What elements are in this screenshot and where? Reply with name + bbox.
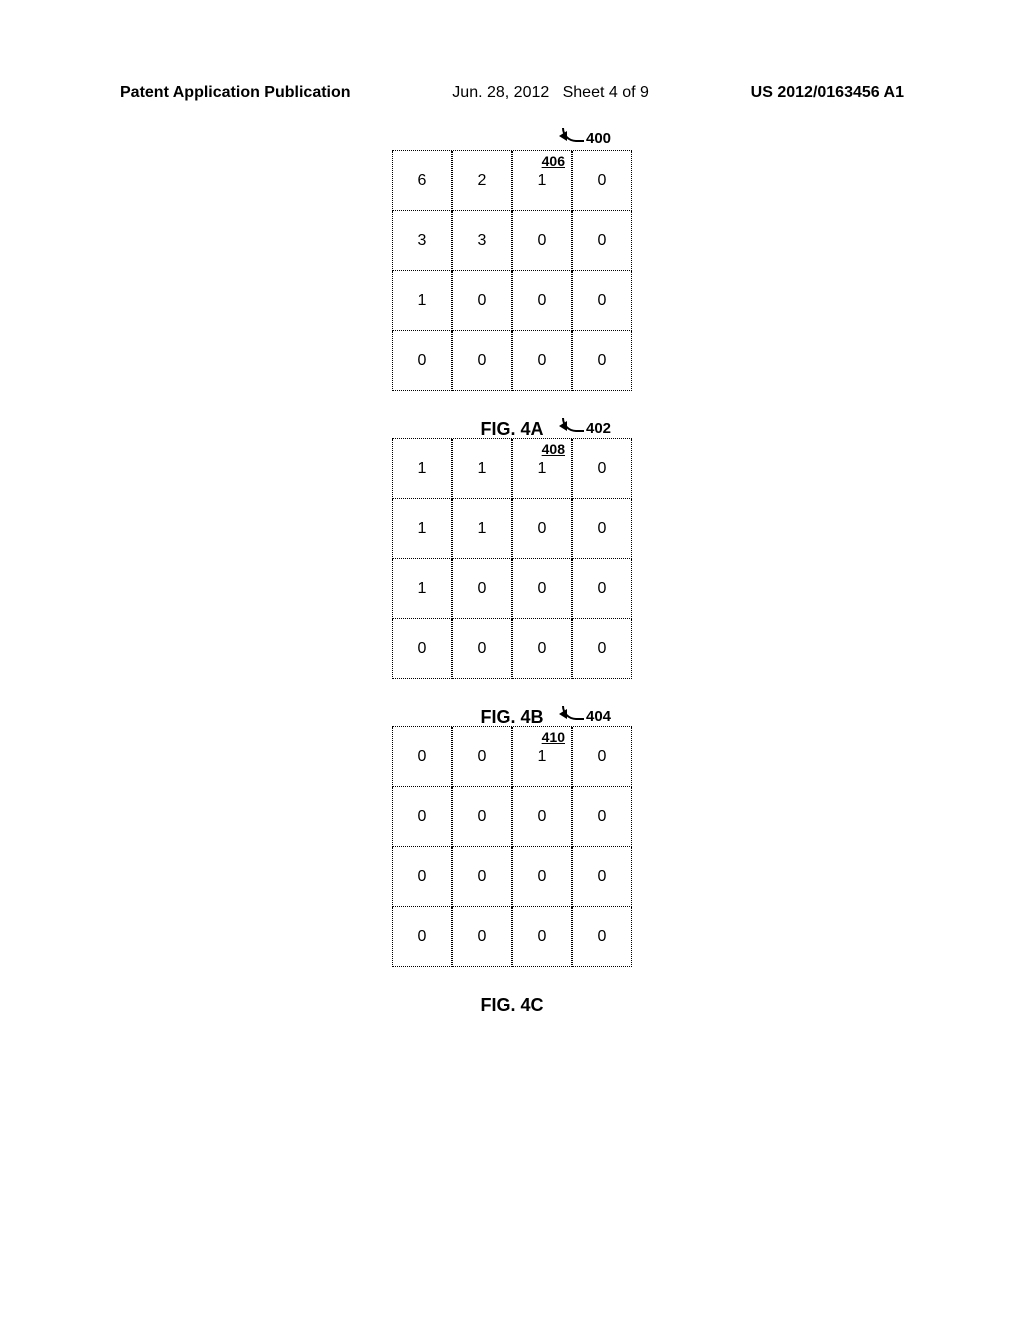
cell: 0 — [572, 787, 632, 847]
header-left: Patent Application Publication — [120, 84, 351, 102]
cell: 0 — [572, 559, 632, 619]
figure-4b-wrap: 402 1 1 4081 0 1 1 0 0 1 0 0 0 0 0 0 0 — [0, 438, 1024, 734]
cell: 0 — [392, 847, 452, 907]
cell: 0 — [392, 787, 452, 847]
cell: 0 — [572, 211, 632, 271]
cell: 1 — [392, 559, 452, 619]
cell: 0 — [512, 331, 572, 391]
cell: 0 — [512, 787, 572, 847]
grid: 1 1 4081 0 1 1 0 0 1 0 0 0 0 0 0 0 — [392, 438, 632, 679]
cell: 4081 — [512, 439, 572, 499]
cell: 0 — [512, 271, 572, 331]
grid-400: 6 2 4061 0 3 3 0 0 1 0 0 0 0 0 0 0 — [392, 150, 632, 391]
cell: 1 — [452, 439, 512, 499]
cell: 0 — [392, 907, 452, 967]
cell: 0 — [512, 211, 572, 271]
cell: 0 — [512, 847, 572, 907]
cell: 0 — [392, 619, 452, 679]
cell: 0 — [572, 439, 632, 499]
content: 400 6 2 4061 0 3 3 0 0 1 0 0 0 0 0 0 0 — [0, 150, 1024, 1022]
cell: 0 — [572, 619, 632, 679]
cell: 1 — [392, 499, 452, 559]
cell: 6 — [392, 151, 452, 211]
cell: 2 — [452, 151, 512, 211]
header-mid: Jun. 28, 2012 Sheet 4 of 9 — [452, 84, 649, 102]
figure-caption: FIG. 4C — [480, 995, 543, 1016]
cell: 0 — [452, 559, 512, 619]
cell: 0 — [392, 727, 452, 787]
cell: 0 — [452, 787, 512, 847]
cell: 1 — [392, 439, 452, 499]
cell: 0 — [452, 907, 512, 967]
cell: 0 — [572, 331, 632, 391]
figure-4c-wrap: 404 0 0 4101 0 0 0 0 0 0 0 0 0 0 0 0 0 — [0, 726, 1024, 1022]
grid-404: 0 0 4101 0 0 0 0 0 0 0 0 0 0 0 0 0 — [392, 726, 632, 967]
cell: 4101 — [512, 727, 572, 787]
cell: 3 — [452, 211, 512, 271]
grid-402: 1 1 4081 0 1 1 0 0 1 0 0 0 0 0 0 0 — [392, 438, 632, 679]
cell: 0 — [452, 619, 512, 679]
cell: 3 — [392, 211, 452, 271]
cell: 0 — [512, 619, 572, 679]
grid: 0 0 4101 0 0 0 0 0 0 0 0 0 0 0 0 0 — [392, 726, 632, 967]
cell: 0 — [452, 847, 512, 907]
cell: 4061 — [512, 151, 572, 211]
page-header: Patent Application Publication Jun. 28, … — [0, 84, 1024, 102]
cell: 1 — [452, 499, 512, 559]
cell: 0 — [572, 151, 632, 211]
cell: 0 — [512, 559, 572, 619]
cell: 0 — [572, 907, 632, 967]
cell: 0 — [572, 847, 632, 907]
header-sheet: Sheet 4 of 9 — [563, 84, 649, 101]
cell: 0 — [572, 727, 632, 787]
callout-400: 400 — [562, 130, 611, 147]
figure-4a-wrap: 400 6 2 4061 0 3 3 0 0 1 0 0 0 0 0 0 0 — [0, 150, 1024, 446]
cell: 0 — [392, 331, 452, 391]
cell: 0 — [452, 727, 512, 787]
header-date: Jun. 28, 2012 — [452, 84, 549, 101]
callout-arrow-icon — [562, 128, 584, 142]
header-right: US 2012/0163456 A1 — [751, 84, 904, 102]
cell: 0 — [572, 499, 632, 559]
cell: 1 — [392, 271, 452, 331]
cell-label: 410 — [542, 729, 565, 745]
cell-label: 406 — [542, 153, 565, 169]
cell: 0 — [572, 271, 632, 331]
cell: 0 — [452, 331, 512, 391]
cell-label: 408 — [542, 441, 565, 457]
cell: 0 — [452, 271, 512, 331]
callout-404: 404 — [562, 708, 611, 725]
cell: 0 — [512, 499, 572, 559]
callout-arrow-icon — [562, 418, 584, 432]
figure-caption: FIG. 4A — [480, 419, 543, 440]
figure-caption: FIG. 4B — [480, 707, 543, 728]
cell: 0 — [512, 907, 572, 967]
callout-arrow-icon — [562, 706, 584, 720]
callout-402: 402 — [562, 420, 611, 437]
grid: 6 2 4061 0 3 3 0 0 1 0 0 0 0 0 0 0 — [392, 150, 632, 391]
